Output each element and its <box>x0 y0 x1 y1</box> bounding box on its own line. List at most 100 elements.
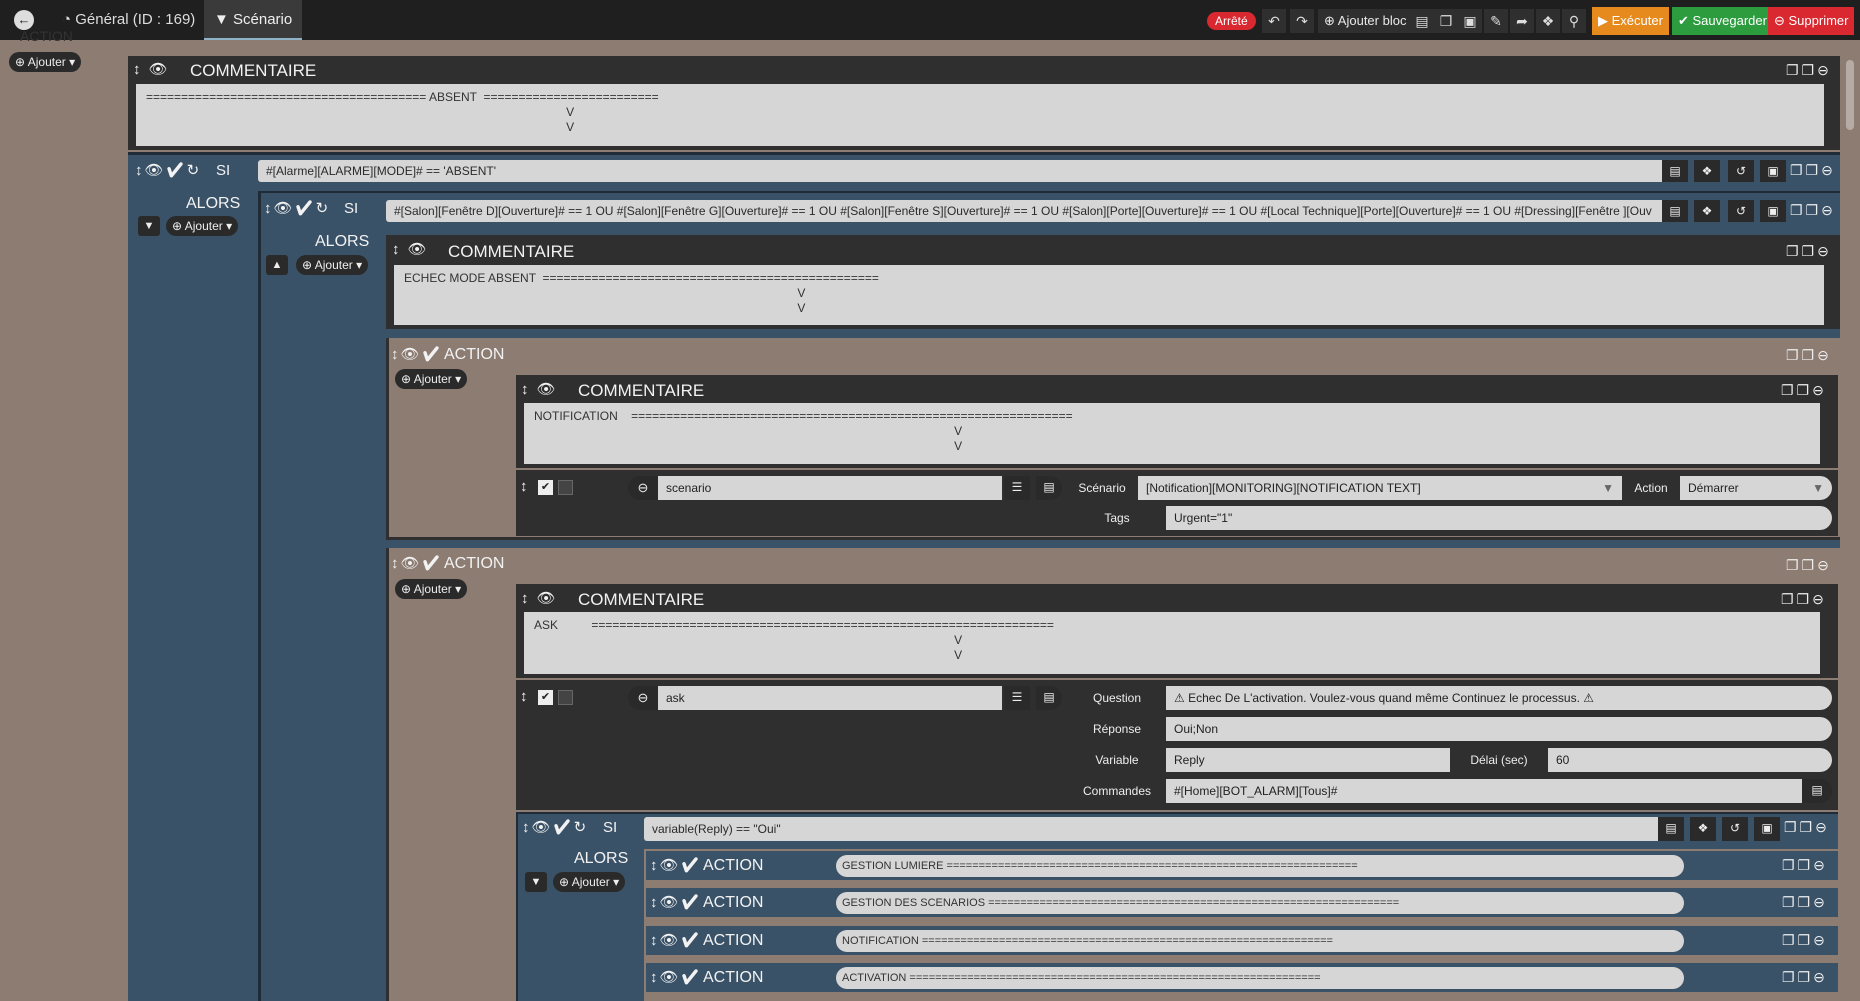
sub-action-comment[interactable]: NOTIFICATION ===========================… <box>836 930 1684 952</box>
action-select[interactable]: Démarrer ▼ <box>1680 476 1832 500</box>
question-input[interactable]: ⚠ Echec De L'activation. Voulez-vous qua… <box>1166 686 1832 710</box>
history-icon[interactable]: ↺ <box>1728 200 1754 222</box>
enable-checkbox[interactable]: ✔ <box>538 480 553 495</box>
list-icon[interactable]: ▤ <box>1658 817 1684 841</box>
list-icon[interactable]: ▤ <box>1036 686 1062 710</box>
cube-icon[interactable]: ▣ <box>1754 817 1780 841</box>
action-1-add-button[interactable]: ⊕ Ajouter ▾ <box>395 369 468 389</box>
si-inner-condition[interactable]: #[Salon][Fenêtre D][Ouverture]# == 1 OU … <box>386 200 1662 222</box>
expand-icon[interactable]: ▣ <box>1458 9 1482 33</box>
list-icon[interactable]: ▤ <box>1662 200 1688 222</box>
parallel-checkbox[interactable] <box>558 480 573 495</box>
move-eye-icons[interactable]: ↕ 👁 <box>521 380 558 398</box>
sub-action-icons[interactable]: ↕👁✔ <box>650 856 702 874</box>
list-check-icon[interactable]: ☰ <box>1004 686 1030 710</box>
outer-add-button[interactable]: ⊕ Ajouter ▾ <box>166 216 239 236</box>
move-eye-icons[interactable]: ↕ 👁 <box>392 240 429 258</box>
sub-action-comment[interactable]: ACTIVATION =============================… <box>836 967 1684 989</box>
enable-checkbox[interactable]: ✔ <box>538 690 553 705</box>
parallel-checkbox[interactable] <box>558 690 573 705</box>
execute-button[interactable]: ▶ Exécuter <box>1592 7 1669 35</box>
share-icon[interactable]: ➦ <box>1510 9 1534 33</box>
file-icon[interactable]: ▤ <box>1410 9 1434 33</box>
scenario-move-icon[interactable]: ↕ <box>520 478 530 495</box>
si-inner-icons[interactable]: ↕👁✔↻ <box>264 199 330 217</box>
si-outer-actions-icons[interactable]: ❐❐⊖ <box>1790 162 1836 179</box>
plus-circle-icon: ⊕ <box>559 875 572 889</box>
reponse-input[interactable]: Oui;Non <box>1166 717 1832 741</box>
si-outer-condition[interactable]: #[Alarme][ALARME][MODE]# == 'ABSENT' <box>258 160 1662 182</box>
ask-command-input[interactable]: ask <box>658 686 1002 710</box>
sub-action-actions-icons[interactable]: ❐❐⊖ <box>1782 969 1828 986</box>
si-outer-icons[interactable]: ↕👁✔↻ <box>135 161 201 179</box>
puzzle-icon[interactable]: ❖ <box>1694 200 1720 222</box>
action-2-label: ACTION <box>444 555 505 572</box>
sub-action-comment[interactable]: GESTION DES SCENARIOS ==================… <box>836 892 1684 914</box>
action-2-add-button[interactable]: ⊕ Ajouter ▾ <box>395 579 468 599</box>
block-actions-icons[interactable]: ❐❐⊖ <box>1781 382 1827 399</box>
puzzle-icon[interactable]: ❖ <box>1694 160 1720 182</box>
sub-action-actions-icons[interactable]: ❐❐⊖ <box>1782 894 1828 911</box>
collapse-inner-button[interactable]: ▲ <box>266 255 288 275</box>
reply-add-button[interactable]: ⊕ Ajouter ▾ <box>553 872 626 892</box>
list-icon[interactable]: ▤ <box>1802 779 1832 803</box>
move-eye-icons[interactable]: ↕ 👁 <box>133 60 170 78</box>
collapse-outer-button[interactable]: ▼ <box>138 216 160 236</box>
undo-icon[interactable]: ↶ <box>1262 9 1286 33</box>
scenario-select[interactable]: [Notification][MONITORING][NOTIFICATION … <box>1138 476 1622 500</box>
action-1-actions-icons[interactable]: ❐❐⊖ <box>1786 347 1832 364</box>
list-icon[interactable]: ▤ <box>1662 160 1688 182</box>
history-icon[interactable]: ↺ <box>1722 817 1748 841</box>
scenario-command-input[interactable]: scenario <box>658 476 1002 500</box>
si-inner-actions-icons[interactable]: ❐❐⊖ <box>1790 202 1836 219</box>
sub-action-icons[interactable]: ↕👁✔ <box>650 968 702 986</box>
block-actions-icons[interactable]: ❐❐⊖ <box>1786 243 1832 260</box>
ask-move-icon[interactable]: ↕ <box>520 688 530 705</box>
comment-textarea-echec[interactable]: ECHEC MODE ABSENT ======================… <box>394 265 1824 325</box>
copy-icon[interactable]: ❐ <box>1434 9 1458 33</box>
list-icon[interactable]: ▤ <box>1036 476 1062 500</box>
action-2-icons[interactable]: ↕👁✔ <box>391 554 443 572</box>
variable-input[interactable]: Reply <box>1166 748 1450 772</box>
puzzle-icon[interactable]: ❖ <box>1690 817 1716 841</box>
scrollbar-thumb[interactable] <box>1846 60 1854 130</box>
list-check-icon[interactable]: ☰ <box>1004 476 1030 500</box>
inner-add-button[interactable]: ⊕ Ajouter ▾ <box>296 255 369 275</box>
sub-action-icons[interactable]: ↕👁✔ <box>650 893 702 911</box>
edit-icon[interactable]: ✎ <box>1484 9 1508 33</box>
delai-input[interactable]: 60 <box>1548 748 1832 772</box>
action-2-actions-icons[interactable]: ❐❐⊖ <box>1786 557 1832 574</box>
remove-icon[interactable]: ⊖ <box>628 686 658 710</box>
cubes-icon[interactable]: ❖ <box>1536 9 1560 33</box>
back-icon[interactable]: ← <box>14 10 34 30</box>
sub-action-actions-icons[interactable]: ❐❐⊖ <box>1782 857 1828 874</box>
add-block-button[interactable]: ⊕ Ajouter bloc <box>1318 9 1413 33</box>
action-1-icons[interactable]: ↕👁✔ <box>391 345 443 363</box>
redo-icon[interactable]: ↷ <box>1290 9 1314 33</box>
cube-icon[interactable]: ▣ <box>1760 200 1786 222</box>
commandes-input[interactable]: #[Home][BOT_ALARM][Tous]# <box>1166 779 1802 803</box>
remove-icon[interactable]: ⊖ <box>628 476 658 500</box>
move-eye-icons[interactable]: ↕ 👁 <box>521 589 558 607</box>
root-add-button[interactable]: ⊕ Ajouter ▾ <box>9 52 82 72</box>
block-actions-icons[interactable]: ❐❐⊖ <box>1781 591 1827 608</box>
tab-scenario[interactable]: ▼ Scénario <box>204 0 303 40</box>
cube-icon[interactable]: ▣ <box>1760 160 1786 182</box>
tab-general[interactable]: ◔ Général (ID : 169) <box>52 0 205 40</box>
si-reply-condition[interactable]: variable(Reply) == "Oui" <box>644 817 1658 841</box>
si-reply-actions-icons[interactable]: ❐❐⊖ <box>1784 819 1830 836</box>
block-actions-icons[interactable]: ❐❐⊖ <box>1786 62 1832 79</box>
tags-input[interactable]: Urgent="1" <box>1166 506 1832 530</box>
si-reply-icons[interactable]: ↕👁✔↻ <box>522 818 588 836</box>
sub-action-comment[interactable]: GESTION LUMIERE ========================… <box>836 855 1684 877</box>
comment-textarea-absent[interactable]: ========================================… <box>136 84 1824 146</box>
delete-button[interactable]: ⊖ Supprimer <box>1768 7 1855 35</box>
sub-action-icons[interactable]: ↕👁✔ <box>650 931 702 949</box>
search-icon[interactable]: ⚲ <box>1562 9 1586 33</box>
comment-textarea-notification[interactable]: NOTIFICATION ===========================… <box>524 403 1820 464</box>
comment-textarea-ask[interactable]: ASK ====================================… <box>524 612 1820 674</box>
sub-action-actions-icons[interactable]: ❐❐⊖ <box>1782 932 1828 949</box>
history-icon[interactable]: ↺ <box>1728 160 1754 182</box>
save-button[interactable]: ✔ Sauvegarder <box>1672 7 1773 35</box>
collapse-reply-button[interactable]: ▼ <box>525 872 547 892</box>
